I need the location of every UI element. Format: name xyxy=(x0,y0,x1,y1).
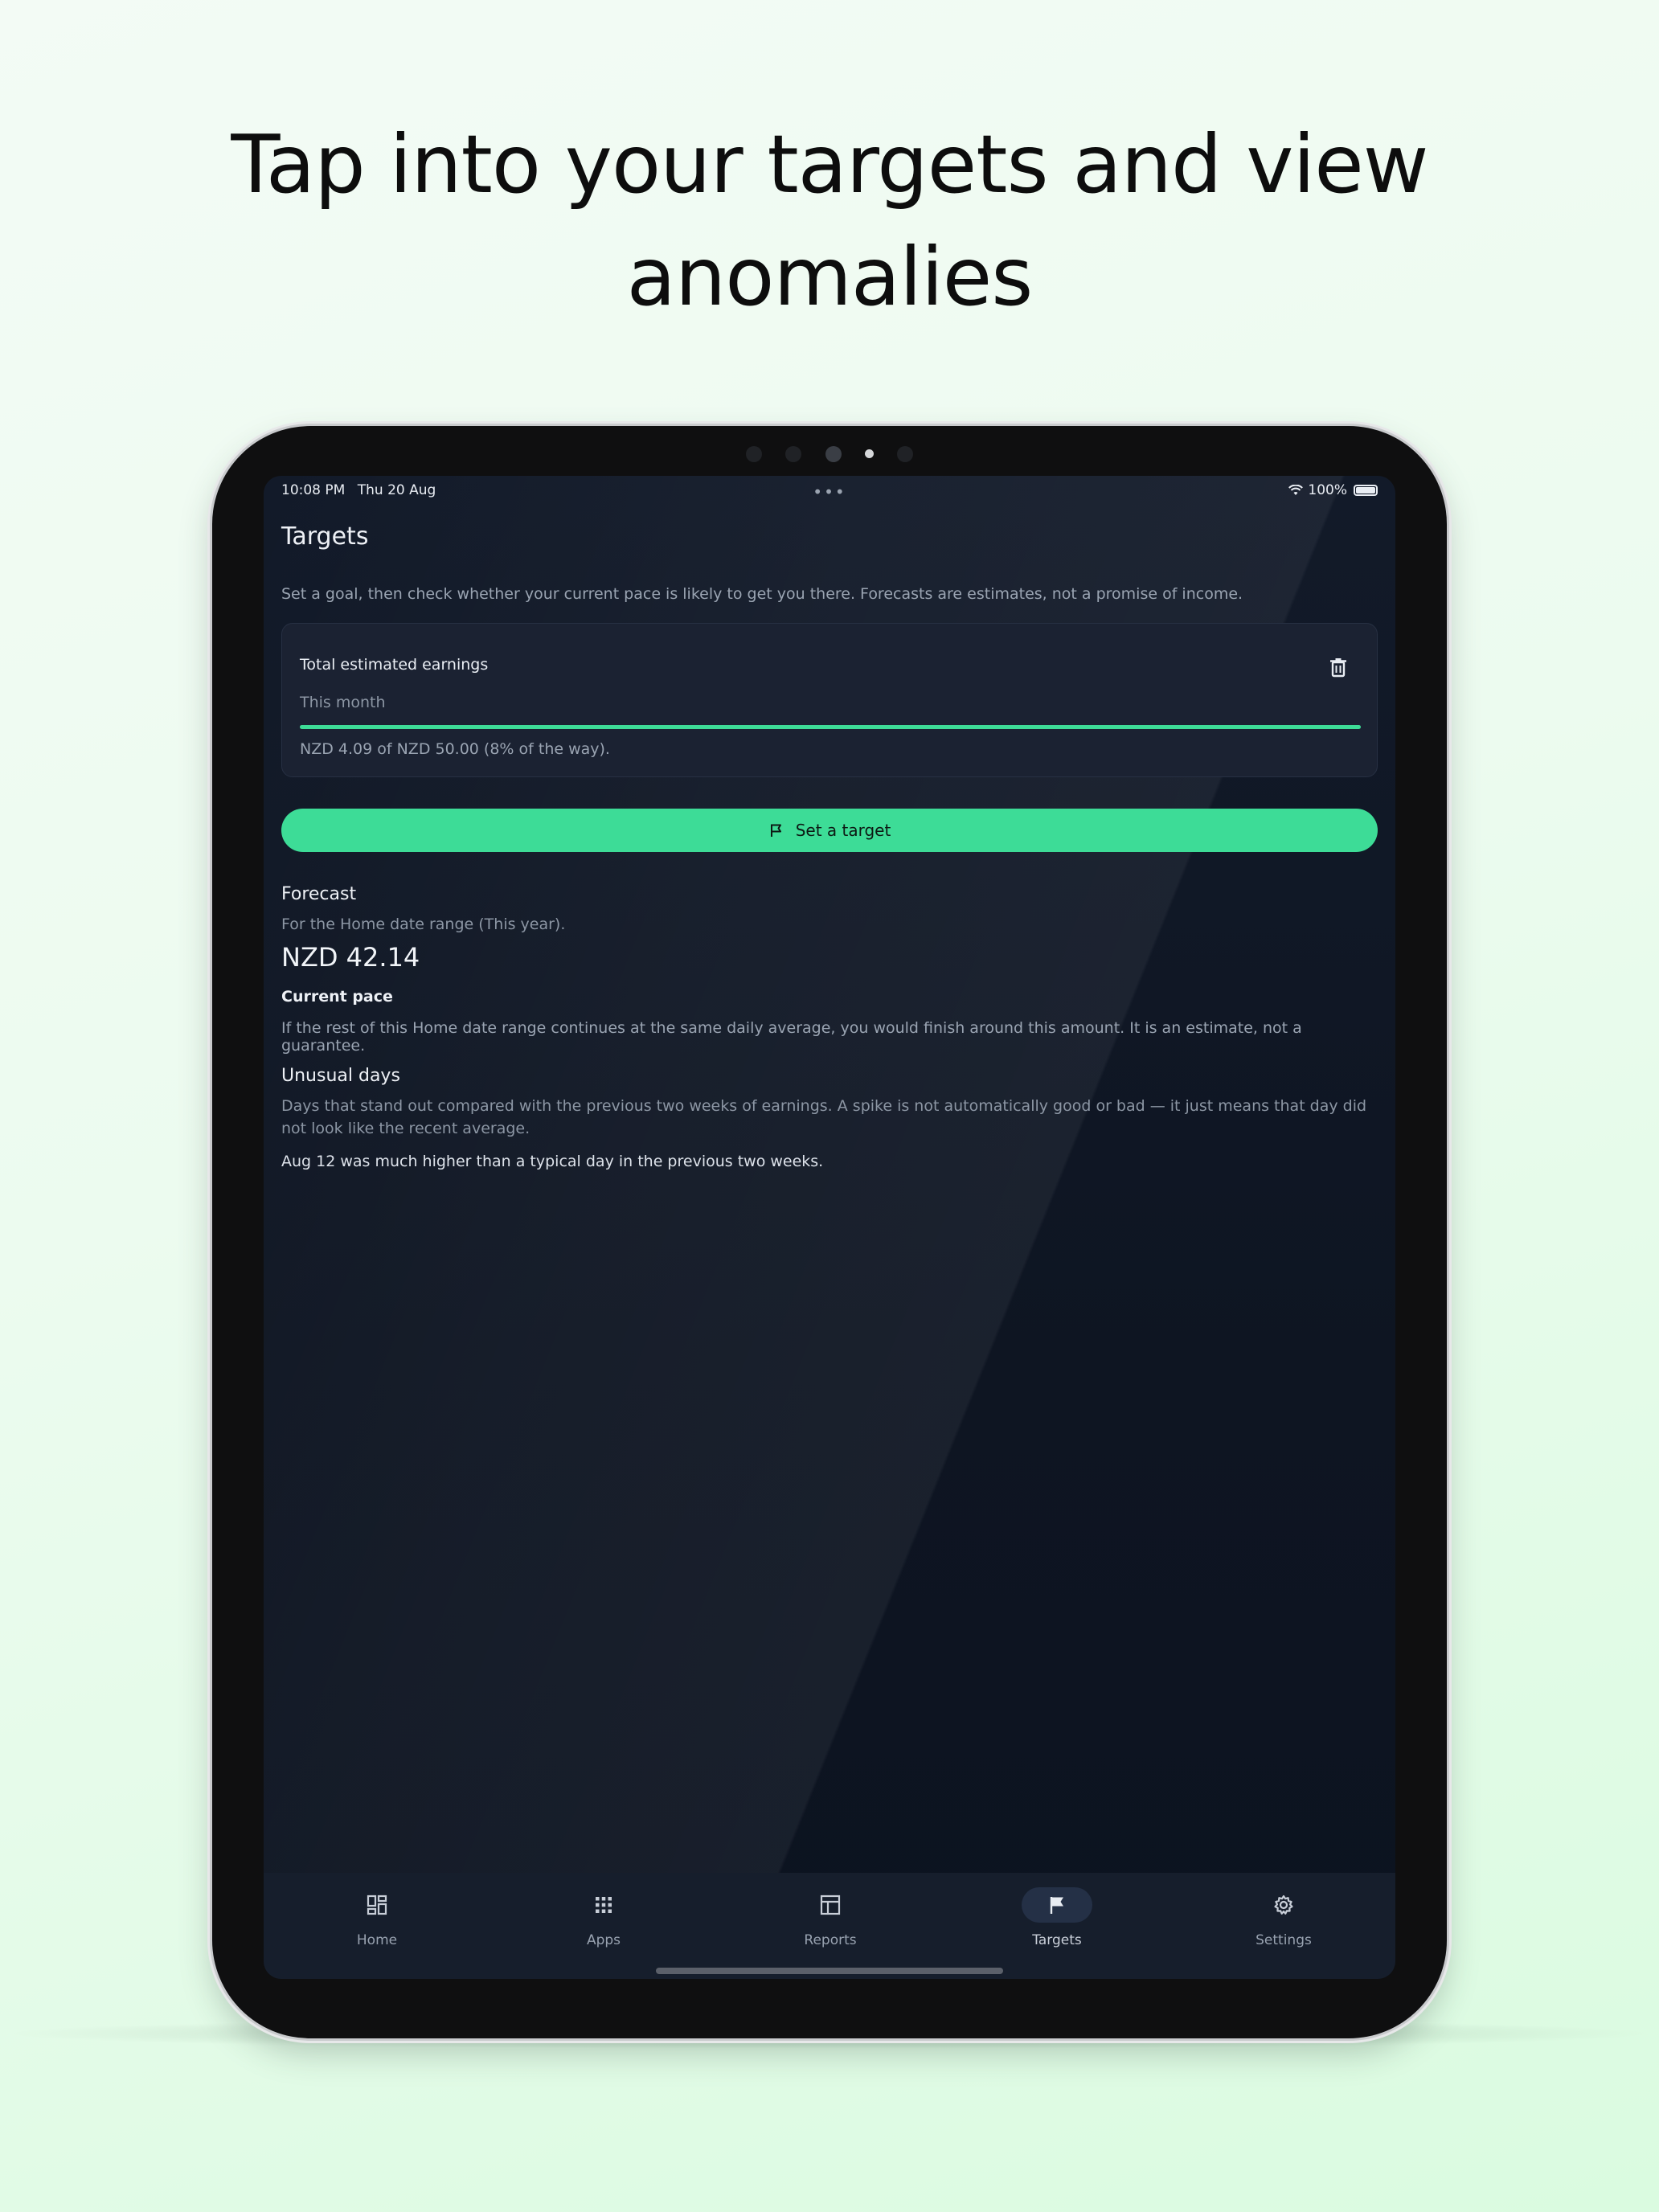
sensor-icon xyxy=(746,445,763,462)
wifi-icon xyxy=(1288,485,1304,495)
target-period: This month xyxy=(300,694,386,711)
nav-item-apps[interactable]: Apps xyxy=(490,1873,717,1979)
target-summary: NZD 4.09 of NZD 50.00 (8% of the way). xyxy=(300,740,610,758)
table-icon xyxy=(820,1895,841,1915)
camera-light-icon xyxy=(864,449,874,458)
multitasking-dots-icon[interactable]: ••• xyxy=(813,482,846,502)
nav-label-settings: Settings xyxy=(1256,1932,1312,1948)
target-card[interactable]: Total estimated earnings This month NZD … xyxy=(281,623,1378,777)
forecast-description: If the rest of this Home date range cont… xyxy=(281,1019,1302,1055)
app-screen: 10:08 PM Thu 20 Aug ••• 100% Targets Set… xyxy=(264,476,1395,1979)
unusual-days-description: Days that stand out compared with the pr… xyxy=(281,1097,1367,1137)
sensor-icon xyxy=(896,445,913,462)
set-target-button[interactable]: Set a target xyxy=(281,809,1378,852)
status-date: Thu 20 Aug xyxy=(357,482,436,498)
forecast-subtitle: For the Home date range (This year). xyxy=(281,916,566,933)
forecast-value: NZD 42.14 xyxy=(281,942,420,973)
flag-icon xyxy=(1050,1897,1063,1914)
headline-line-1: Tap into your targets and view xyxy=(231,117,1428,211)
headline-line-2: anomalies xyxy=(626,230,1034,324)
status-bar: 10:08 PM Thu 20 Aug ••• 100% xyxy=(281,482,1378,502)
camera-lens-icon xyxy=(825,445,842,462)
sensor-icon xyxy=(785,445,802,462)
battery-icon xyxy=(1354,485,1378,496)
bottom-navigation: Home Apps Reports Targets Settings xyxy=(264,1873,1395,1979)
nav-label-targets: Targets xyxy=(1032,1932,1082,1948)
page-title: Targets xyxy=(281,522,369,551)
nav-item-reports[interactable]: Reports xyxy=(717,1873,944,1979)
nav-item-settings[interactable]: Settings xyxy=(1170,1873,1395,1979)
nav-item-targets[interactable]: Targets xyxy=(944,1873,1170,1979)
forecast-pace-label: Current pace xyxy=(281,988,393,1006)
nav-label-home: Home xyxy=(356,1932,398,1948)
nav-item-home[interactable]: Home xyxy=(264,1873,490,1979)
target-progress-bar xyxy=(300,725,1361,729)
tablet-frame: 10:08 PM Thu 20 Aug ••• 100% Targets Set… xyxy=(212,426,1447,2038)
dashboard-icon xyxy=(367,1895,387,1915)
gear-icon xyxy=(1274,1895,1293,1915)
home-indicator[interactable] xyxy=(656,1968,1003,1974)
target-title: Total estimated earnings xyxy=(300,656,489,674)
forecast-heading: Forecast xyxy=(281,884,357,904)
nav-label-reports: Reports xyxy=(804,1932,857,1948)
apps-grid-icon xyxy=(596,1897,612,1913)
nav-active-indicator xyxy=(1022,1887,1092,1923)
page-intro: Set a goal, then check whether your curr… xyxy=(281,585,1243,603)
target-progress-fill xyxy=(300,725,1361,729)
nav-label-apps: Apps xyxy=(586,1932,621,1948)
trash-icon[interactable] xyxy=(1325,654,1351,680)
unusual-days-heading: Unusual days xyxy=(281,1066,400,1086)
marketing-headline: Tap into your targets and view anomalies xyxy=(0,109,1659,334)
unusual-day-item: Aug 12 was much higher than a typical da… xyxy=(281,1153,824,1170)
status-time: 10:08 PM xyxy=(281,482,346,498)
set-target-label: Set a target xyxy=(795,821,891,840)
camera-bar xyxy=(212,445,1447,465)
battery-percent: 100% xyxy=(1308,482,1347,498)
flag-outline-icon xyxy=(770,824,781,837)
